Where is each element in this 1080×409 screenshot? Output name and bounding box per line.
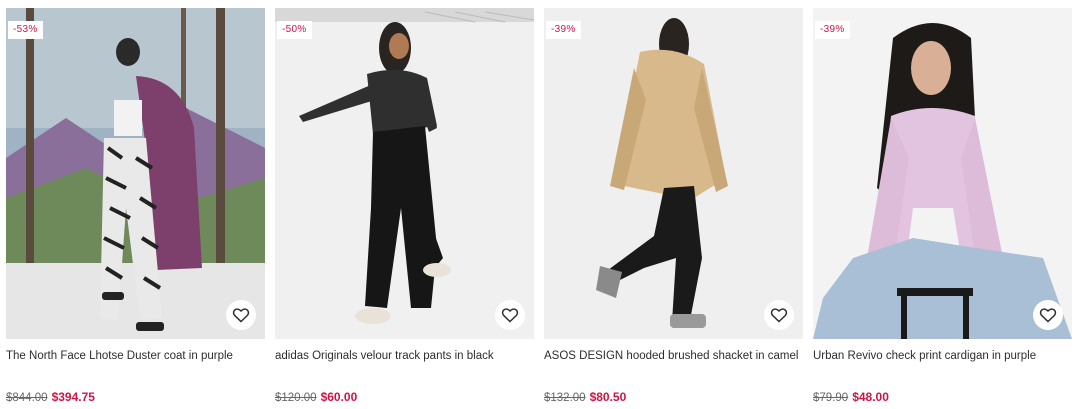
product-image[interactable]: -39% [813,8,1072,339]
product-title[interactable]: ASOS DESIGN hooded brushed shacket in ca… [544,349,803,363]
product-image[interactable]: -53% [6,8,265,339]
discount-badge: -39% [546,21,581,39]
sale-price: $394.75 [51,390,95,404]
product-price: $132.00 $80.50 [544,390,626,405]
product-photo-purple-puffer-coat [6,8,265,339]
product-image[interactable]: -39% [544,8,803,339]
product-card[interactable]: -50% adidas Originals velour track pants… [275,8,534,408]
wishlist-button[interactable] [226,300,256,330]
product-title[interactable]: The North Face Lhotse Duster coat in pur… [6,349,265,363]
discount-badge: -39% [815,21,850,39]
heart-icon [501,308,519,323]
product-title[interactable]: adidas Originals velour track pants in b… [275,349,534,363]
original-price: $132.00 [544,392,586,404]
product-price: $844.00 $394.75 [6,390,95,405]
wishlist-button[interactable] [495,300,525,330]
product-card[interactable]: -39% Urban Revivo check print cardigan i… [813,8,1072,408]
product-price: $79.90 $48.00 [813,390,889,405]
sale-price: $48.00 [852,390,889,404]
product-price: $120.00 $60.00 [275,390,357,405]
product-photo-purple-check-cardigan [813,8,1072,339]
product-title[interactable]: Urban Revivo check print cardigan in pur… [813,349,1072,363]
product-grid: -53% The North Face Lhotse Duster coat i… [0,0,1080,409]
wishlist-button[interactable] [764,300,794,330]
heart-icon [1039,308,1057,323]
heart-icon [770,308,788,323]
product-photo-black-track-pants [275,8,534,339]
discount-badge: -53% [8,21,43,39]
product-card[interactable]: -39% ASOS DESIGN hooded brushed shacket … [544,8,803,408]
original-price: $120.00 [275,392,317,404]
product-photo-camel-shacket [544,8,803,339]
original-price: $79.90 [813,392,849,404]
sale-price: $60.00 [320,390,358,404]
discount-badge: -50% [277,21,312,39]
wishlist-button[interactable] [1033,300,1063,330]
original-price: $844.00 [6,392,48,404]
product-card[interactable]: -53% The North Face Lhotse Duster coat i… [6,8,265,408]
heart-icon [232,308,250,323]
sale-price: $80.50 [589,390,627,404]
product-image[interactable]: -50% [275,8,534,339]
